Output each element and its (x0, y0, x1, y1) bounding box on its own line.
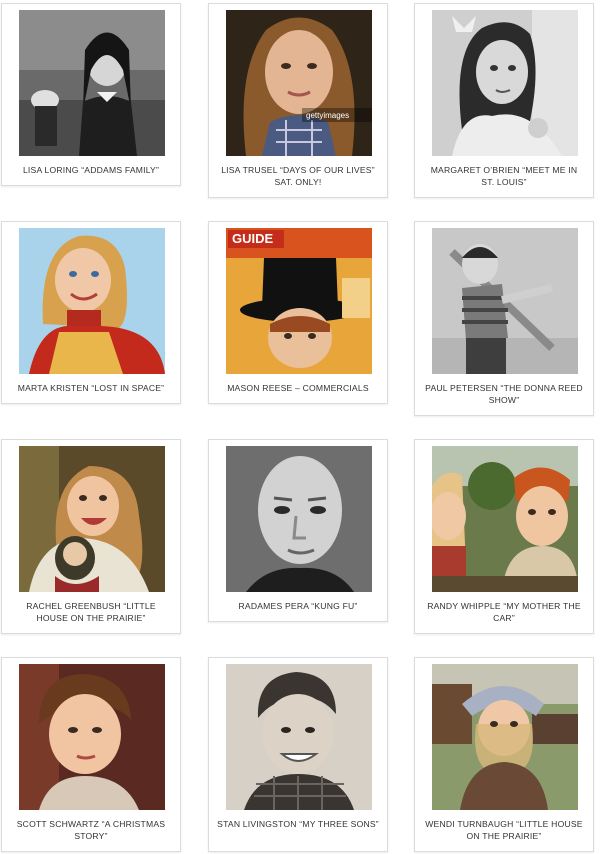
photo-margaret-obrien[interactable] (432, 10, 578, 156)
card-wendi-turnbaugh[interactable]: WENDI TURNBAUGH “LITTLE HOUSE ON THE PRA… (414, 657, 594, 852)
photo-scott-schwartz[interactable] (19, 664, 165, 810)
card-randy-whipple[interactable]: RANDY WHIPPLE “MY MOTHER THE CAR” (414, 439, 594, 634)
caption-margaret-obrien: MARGARET O’BRIEN “MEET ME IN ST. LOUIS” (430, 165, 578, 187)
photo-radames-pera[interactable] (226, 446, 372, 592)
card-margaret-obrien[interactable]: MARGARET O’BRIEN “MEET ME IN ST. LOUIS” (414, 3, 594, 198)
card-rachel-greenbush[interactable]: RACHEL GREENBUSH “LITTLE HOUSE ON THE PR… (1, 439, 181, 634)
caption-wendi-turnbaugh: WENDI TURNBAUGH “LITTLE HOUSE ON THE PRA… (425, 819, 583, 841)
caption-mason-reese: MASON REESE – COMMERCIALS (227, 383, 369, 393)
caption-lisa-trusel: LISA TRUSEL “DAYS OF OUR LIVES” SAT. ONL… (221, 165, 375, 187)
caption-randy-whipple: RANDY WHIPPLE “MY MOTHER THE CAR” (427, 601, 581, 623)
photo-lisa-trusel[interactable]: gettyimages (226, 10, 372, 156)
card-radames-pera[interactable]: RADAMES PERA “KUNG FU” (208, 439, 388, 622)
caption-stan-livingston: STAN LIVINGSTON “MY THREE SONS” (217, 819, 379, 829)
photo-stan-livingston[interactable] (226, 664, 372, 810)
photo-mason-reese[interactable]: GUIDE (226, 228, 372, 374)
photo-randy-whipple[interactable] (432, 446, 578, 592)
card-stan-livingston[interactable]: STAN LIVINGSTON “MY THREE SONS” (208, 657, 388, 852)
caption-lisa-loring: LISA LORING “ADDAMS FAMILY” (22, 165, 160, 175)
card-paul-petersen[interactable]: PAUL PETERSEN “THE DONNA REED SHOW” (414, 221, 594, 416)
caption-rachel-greenbush: RACHEL GREENBUSH “LITTLE HOUSE ON THE PR… (26, 601, 156, 623)
caption-radames-pera: RADAMES PERA “KUNG FU” (238, 601, 358, 611)
card-scott-schwartz[interactable]: SCOTT SCHWARTZ “A CHRISTMAS STORY” (1, 657, 181, 852)
guide-masthead: GUIDE (232, 231, 274, 246)
photo-wendi-turnbaugh[interactable] (432, 664, 578, 810)
photo-paul-petersen[interactable] (432, 228, 578, 374)
caption-scott-schwartz: SCOTT SCHWARTZ “A CHRISTMAS STORY” (16, 819, 166, 841)
photo-rachel-greenbush[interactable] (19, 446, 165, 592)
card-lisa-trusel[interactable]: gettyimages LISA TRUSEL “DAYS OF OUR LIV… (208, 3, 388, 198)
photo-marta-kristen[interactable] (19, 228, 165, 374)
card-lisa-loring[interactable]: LISA LORING “ADDAMS FAMILY” (1, 3, 181, 186)
getty-watermark: gettyimages (306, 111, 349, 120)
card-mason-reese[interactable]: GUIDE MASON REESE – COMMERCIALS (208, 221, 388, 404)
caption-paul-petersen: PAUL PETERSEN “THE DONNA REED SHOW” (425, 383, 583, 405)
caption-marta-kristen: MARTA KRISTEN “LOST IN SPACE” (17, 383, 165, 393)
card-marta-kristen[interactable]: MARTA KRISTEN “LOST IN SPACE” (1, 221, 181, 404)
photo-lisa-loring[interactable] (19, 10, 165, 156)
